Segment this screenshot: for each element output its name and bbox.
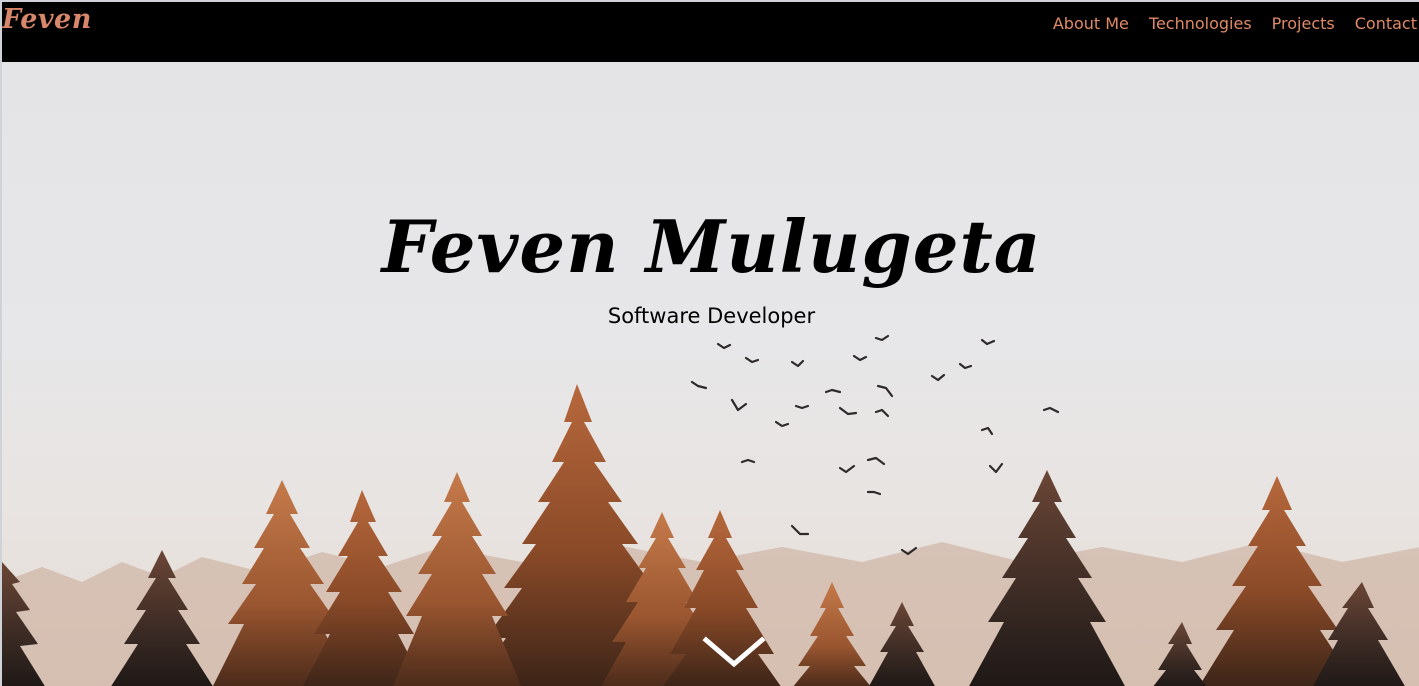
nav-link-projects[interactable]: Projects [1252, 14, 1335, 33]
hero-background-image [2, 334, 1419, 686]
hero-subtitle: Software Developer [607, 304, 816, 328]
chevron-down-icon[interactable] [702, 634, 766, 670]
nav-link-about-me[interactable]: About Me [1033, 14, 1129, 33]
brand-logo[interactable]: Feven [2, 4, 92, 35]
nav-link-contact[interactable]: Contact [1335, 14, 1417, 33]
navbar: Feven About Me Technologies Projects Con… [2, 2, 1419, 62]
nav-link-technologies[interactable]: Technologies [1129, 14, 1252, 33]
hero-section: Feven Mulugeta Software Developer [2, 62, 1419, 686]
page: Feven About Me Technologies Projects Con… [0, 0, 1419, 686]
nav-links: About Me Technologies Projects Contact [1033, 14, 1417, 33]
hero-title: Feven Mulugeta [381, 204, 1042, 289]
